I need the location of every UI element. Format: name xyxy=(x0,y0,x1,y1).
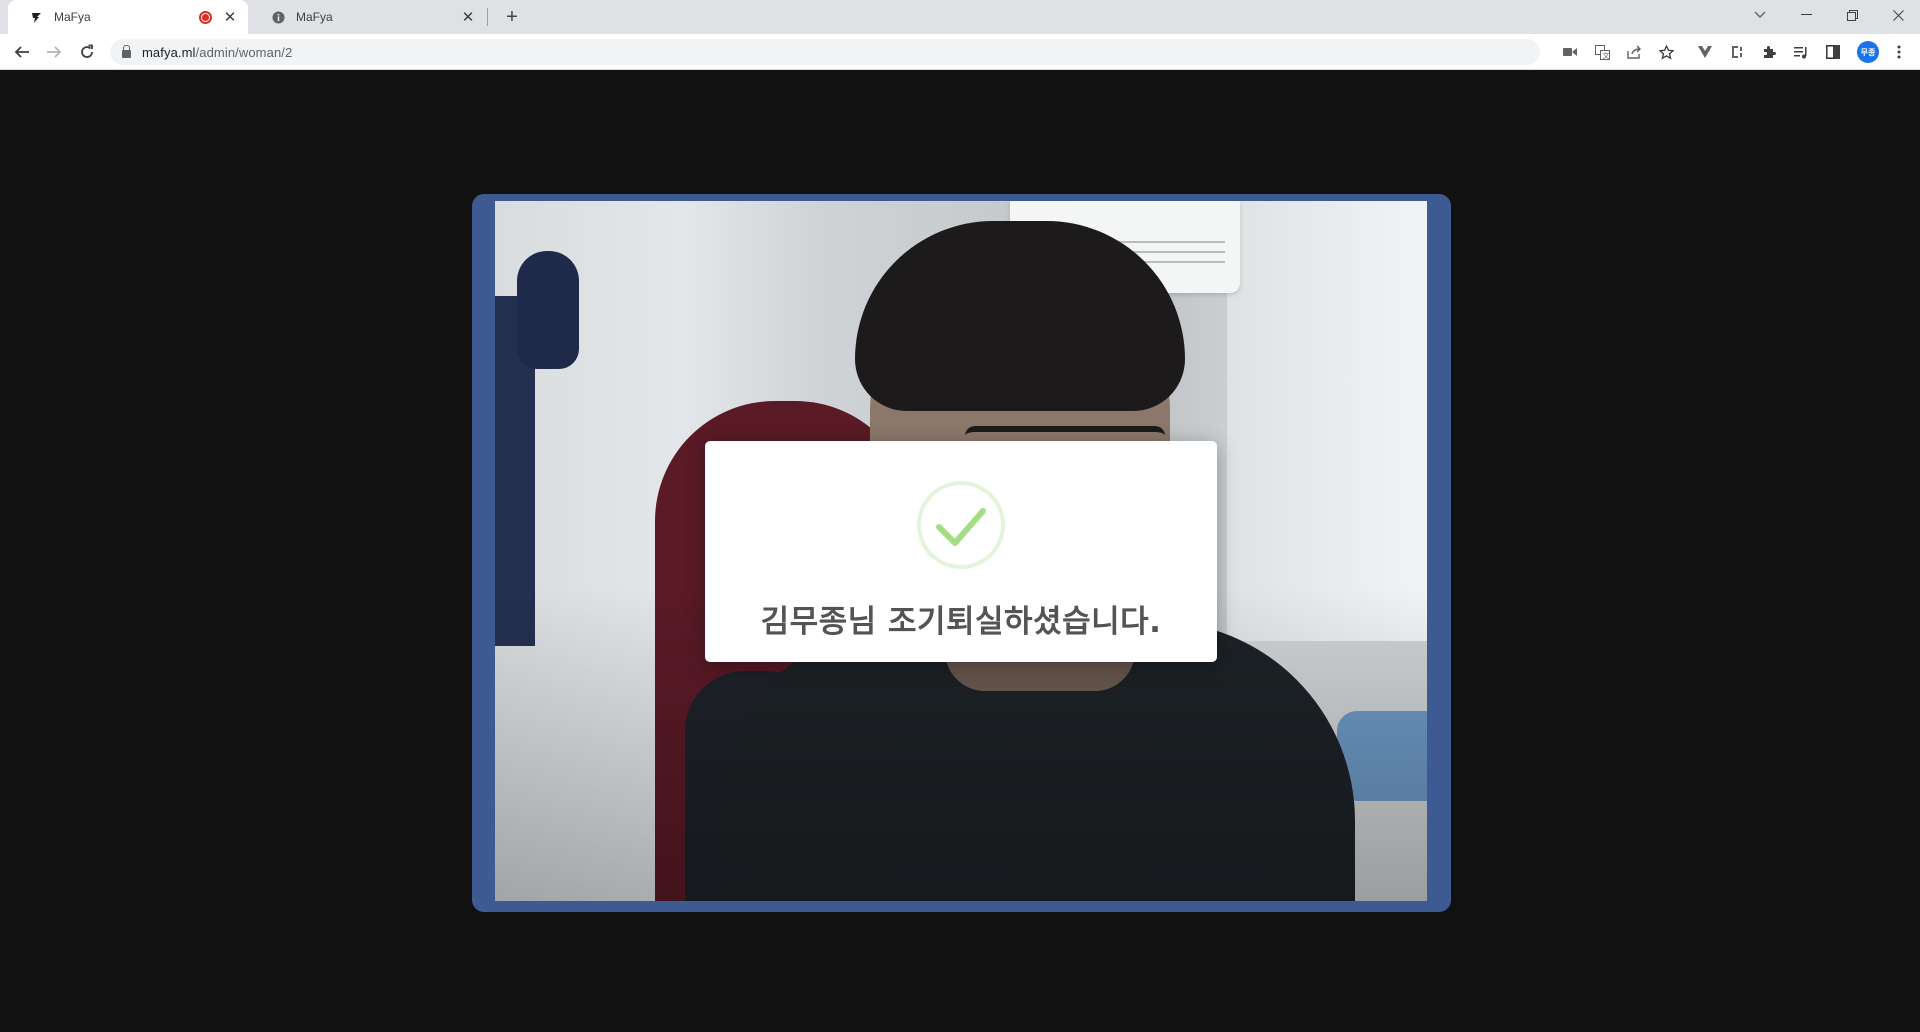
translate-icon[interactable]: 文 xyxy=(1592,42,1612,62)
url-text: mafya.ml/admin/woman/2 xyxy=(142,45,292,60)
tab-title: MaFya xyxy=(54,10,91,24)
svg-text:文: 文 xyxy=(1602,51,1609,60)
lock-icon[interactable] xyxy=(122,44,131,58)
restore-button[interactable] xyxy=(1829,0,1875,30)
vue-devtools-extension-icon[interactable] xyxy=(1695,42,1715,62)
new-tab-button[interactable]: + xyxy=(500,5,524,29)
tab-title: MaFya xyxy=(296,10,333,24)
bookmark-star-icon[interactable] xyxy=(1656,42,1676,62)
side-panel-icon[interactable] xyxy=(1823,42,1843,62)
success-check-icon xyxy=(936,508,986,546)
tab-separator xyxy=(487,8,488,26)
url-host: mafya.ml xyxy=(142,44,196,60)
camera-in-use-icon[interactable] xyxy=(1560,42,1580,62)
profile-avatar[interactable]: 무종 xyxy=(1857,41,1879,63)
close-window-button[interactable] xyxy=(1875,0,1920,30)
extension-c-icon[interactable] xyxy=(1727,42,1747,62)
success-dialog: 김무종님 조기퇴실하셨습니다. xyxy=(705,441,1217,662)
extensions-puzzle-icon[interactable] xyxy=(1759,42,1779,62)
reload-button[interactable] xyxy=(73,38,101,66)
share-icon[interactable] xyxy=(1624,42,1644,62)
browser-toolbar: mafya.ml/admin/woman/2 文 무종 xyxy=(0,34,1920,70)
close-tab-icon[interactable]: ✕ xyxy=(222,9,238,25)
dialog-message: 김무종님 조기퇴실하셨습니다. xyxy=(760,604,1162,640)
tab-mafya-inactive[interactable]: MaFya ✕ xyxy=(250,0,486,34)
url-path: /admin/woman/2 xyxy=(195,44,293,60)
tab-search-chevron-down-icon[interactable] xyxy=(1737,0,1783,30)
info-favicon-icon xyxy=(270,9,286,25)
forward-button[interactable] xyxy=(40,38,68,66)
media-playlist-icon[interactable] xyxy=(1791,42,1811,62)
address-bar[interactable]: mafya.ml/admin/woman/2 xyxy=(110,39,1540,65)
more-menu-icon[interactable] xyxy=(1889,42,1909,62)
back-button[interactable] xyxy=(8,38,36,66)
minimize-button[interactable] xyxy=(1783,0,1829,30)
tab-mafya-active[interactable]: MaFya ✕ xyxy=(8,0,248,34)
tab-strip: MaFya ✕ MaFya ✕ + xyxy=(0,0,1920,34)
page-content: 김무종님 조기퇴실하셨습니다. xyxy=(0,71,1920,1032)
mafya-favicon-icon xyxy=(28,9,44,25)
close-tab-icon[interactable]: ✕ xyxy=(460,9,476,25)
recording-indicator-icon xyxy=(199,10,212,24)
